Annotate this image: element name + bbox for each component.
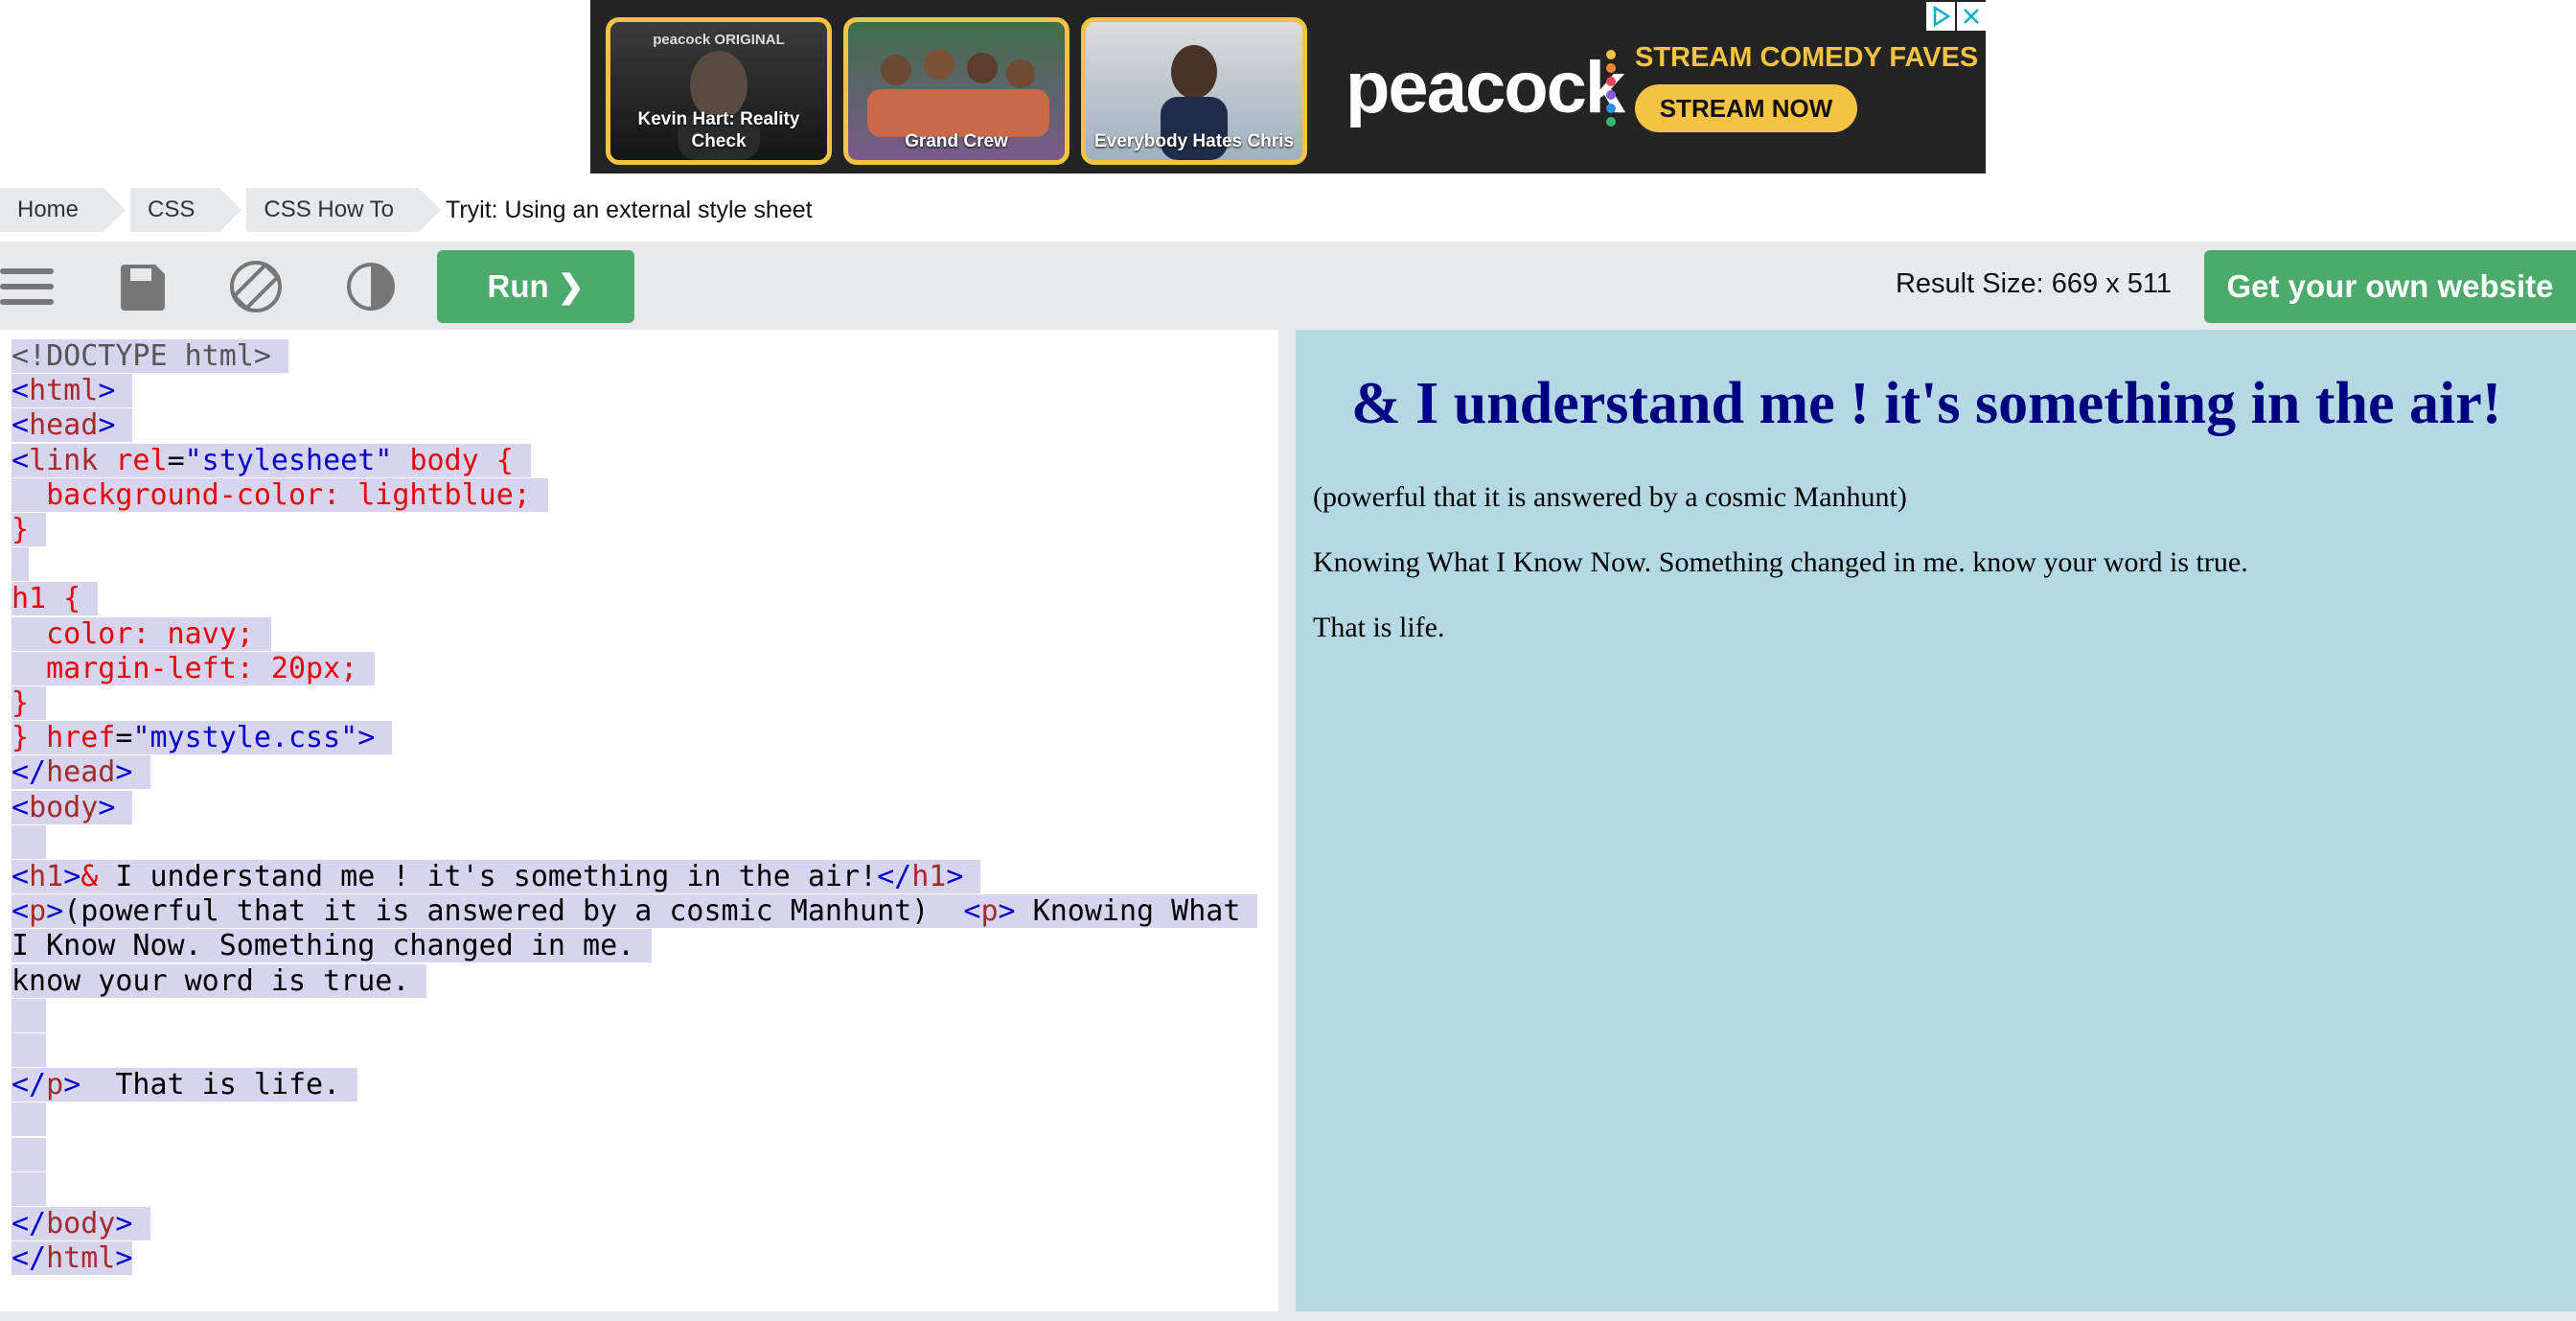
result-frame[interactable]: & I understand me ! it's something in th… [1296, 330, 2576, 1311]
code-line[interactable]: } href="mystyle.css"> [12, 721, 393, 755]
code-line[interactable]: background-color: lightblue; [12, 477, 548, 512]
breadcrumb-css-how-to[interactable]: CSS How To [246, 188, 441, 232]
toolbar: Run ❯ Result Size: 669 x 511 Get your ow… [0, 242, 2576, 330]
code-line[interactable] [12, 1137, 47, 1171]
breadcrumb: Home CSS CSS How To Tryit: Using an exte… [0, 182, 813, 238]
peacock-dots-icon [1606, 50, 1616, 130]
result-size-label: Result Size: 669 x 511 [1895, 268, 2172, 299]
code-line[interactable]: <!DOCTYPE html> [12, 339, 288, 373]
code-line[interactable] [12, 998, 47, 1032]
rotate-icon[interactable] [228, 259, 284, 314]
ad-headline: STREAM COMEDY FAVES [1635, 42, 1979, 73]
ad-stream-now-button[interactable]: STREAM NOW [1635, 84, 1857, 132]
result-paragraph-1: (powerful that it is answered by a cosmi… [1313, 481, 1907, 513]
bottom-strip [0, 1311, 2576, 1321]
ad-card-tag: peacock ORIGINAL [653, 32, 785, 48]
code-line[interactable] [12, 1102, 47, 1137]
code-line[interactable]: </body> [12, 1207, 150, 1241]
code-line[interactable]: color: navy; [12, 616, 271, 651]
theme-icon[interactable] [343, 259, 399, 314]
result-heading: & I understand me ! it's something in th… [1351, 371, 2502, 436]
code-line[interactable] [12, 1033, 47, 1068]
code-line[interactable]: </p> That is life. [12, 1068, 358, 1102]
code-editor-content[interactable]: <!DOCTYPE html> <html> <head> <link rel=… [12, 339, 1258, 1276]
code-line[interactable]: h1 { [12, 582, 99, 616]
result-paragraph-3: That is life. [1313, 612, 1445, 643]
top-area: peacock ORIGINAL Kevin Hart: Reality Che… [0, 0, 2576, 242]
code-line[interactable]: <body> [12, 790, 133, 824]
code-line[interactable]: } [12, 513, 47, 547]
menu-icon[interactable] [0, 259, 56, 314]
close-icon[interactable] [1957, 2, 1986, 31]
code-line[interactable]: <html> [12, 374, 133, 408]
code-line[interactable]: } [12, 686, 47, 721]
breadcrumb-current-page: Tryit: Using an external style sheet [446, 197, 813, 223]
ad-card-title: Grand Crew [905, 131, 1008, 151]
ad-card-title: Everybody Hates Chris [1093, 131, 1295, 151]
peacock-logo: peacock [1346, 47, 1625, 128]
code-line[interactable] [12, 824, 47, 859]
ad-card-title: Kevin Hart: Reality Check [637, 109, 800, 151]
save-icon[interactable] [115, 259, 171, 314]
advertisement-banner[interactable]: peacock ORIGINAL Kevin Hart: Reality Che… [590, 0, 1986, 174]
code-line[interactable]: </head> [12, 755, 150, 790]
code-line[interactable]: <h1>& I understand me ! it's something i… [12, 860, 981, 894]
code-line[interactable]: margin-left: 20px; [12, 651, 376, 685]
code-line[interactable]: <head> [12, 408, 133, 443]
run-button[interactable]: Run ❯ [437, 250, 634, 323]
ad-show-card-2[interactable]: Grand Crew [843, 17, 1070, 165]
get-your-own-website-button[interactable]: Get your own website [2204, 250, 2576, 323]
breadcrumb-home[interactable]: Home [0, 188, 126, 232]
code-line[interactable]: I Know Now. Something changed in me. [12, 929, 653, 963]
code-line[interactable]: know your word is true. [12, 963, 427, 998]
code-line[interactable]: <link rel="stylesheet" body { [12, 443, 531, 477]
pane-divider[interactable] [1278, 330, 1296, 1311]
adchoices-icon[interactable] [1926, 2, 1955, 31]
breadcrumb-css[interactable]: CSS [130, 188, 242, 232]
code-editor[interactable]: <!DOCTYPE html> <html> <head> <link rel=… [0, 330, 1278, 1311]
code-line[interactable] [12, 547, 30, 582]
code-line[interactable]: </html> [12, 1241, 133, 1276]
result-paragraph-2: Knowing What I Know Now. Something chang… [1313, 546, 2248, 578]
ad-show-card-1[interactable]: peacock ORIGINAL Kevin Hart: Reality Che… [606, 17, 832, 165]
ad-show-card-3[interactable]: Everybody Hates Chris [1081, 17, 1307, 165]
code-line[interactable] [12, 1171, 47, 1206]
code-line[interactable]: <p>(powerful that it is answered by a co… [12, 894, 1258, 929]
